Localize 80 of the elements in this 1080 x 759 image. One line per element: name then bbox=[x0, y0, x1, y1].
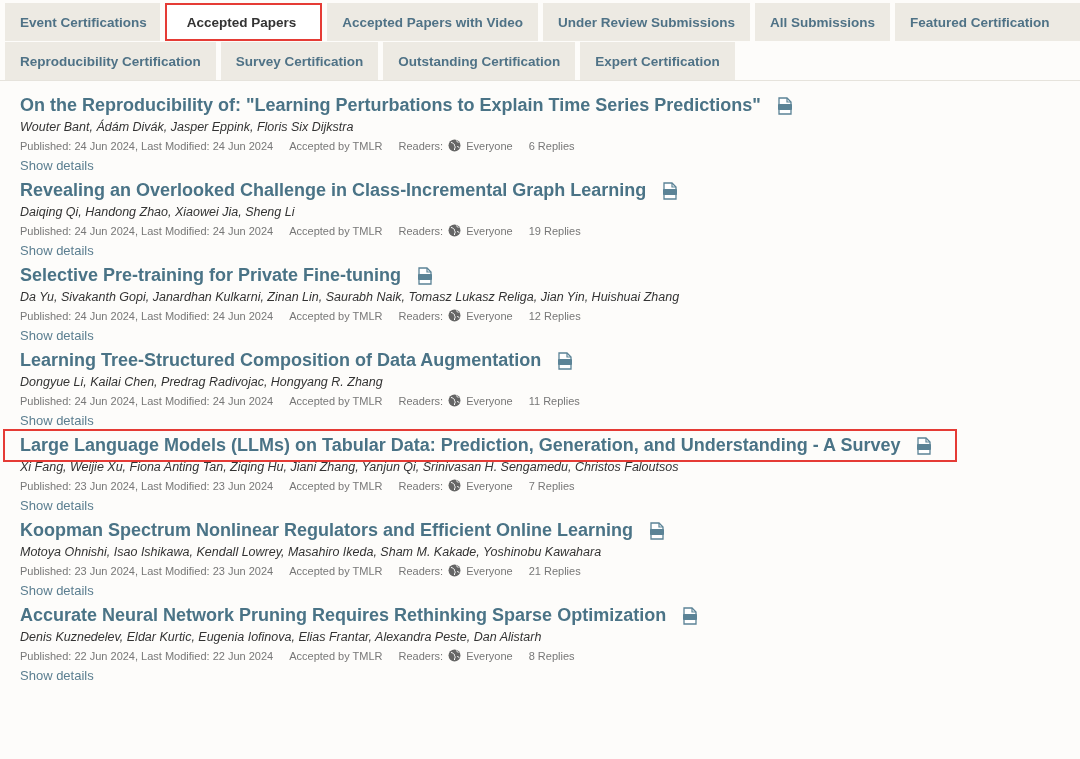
document-icon bbox=[557, 351, 574, 370]
tab[interactable]: Expert Certification bbox=[580, 42, 735, 80]
author-list: Da Yu, Sivakanth Gopi, Janardhan Kulkarni, Zinan Lin, Saurabh Naik, Tomasz Lukasz Religa, Jian Yin, Huishuai Zhang bbox=[20, 290, 1080, 304]
tab[interactable]: Accepted Papers bbox=[164, 3, 323, 41]
venue-label: Accepted by TMLR bbox=[289, 564, 383, 577]
document-icon bbox=[682, 606, 699, 625]
tab[interactable]: Outstanding Certification bbox=[383, 42, 576, 80]
readers-label: Readers: bbox=[398, 479, 444, 492]
paper-title-link[interactable]: Learning Tree-Structured Composition of Data Augmentation bbox=[20, 350, 542, 371]
venue-label: Accepted by TMLR bbox=[289, 224, 383, 237]
readers-value: Everyone bbox=[466, 139, 513, 152]
publication-dates: Published: 24 Jun 2024, Last Modified: 24 Jun 2024 bbox=[20, 394, 274, 407]
reply-count: 19 Replies bbox=[528, 224, 581, 237]
reply-count: 6 Replies bbox=[528, 139, 575, 152]
readers-value: Everyone bbox=[466, 649, 513, 662]
globe-icon bbox=[448, 564, 462, 577]
document-icon bbox=[417, 266, 434, 285]
paper-title-link[interactable]: Selective Pre-training for Private Fine-tuning bbox=[20, 265, 402, 286]
publication-dates: Published: 23 Jun 2024, Last Modified: 23 Jun 2024 bbox=[20, 479, 274, 492]
document-icon bbox=[662, 181, 679, 200]
readers-label: Readers: bbox=[398, 139, 444, 152]
globe-icon bbox=[448, 139, 462, 152]
globe-icon bbox=[448, 224, 462, 237]
author-list: Dongyue Li, Kailai Chen, Predrag Radivojac, Hongyang R. Zhang bbox=[20, 375, 1080, 389]
readers-label: Readers: bbox=[398, 224, 444, 237]
show-details-link[interactable]: Show details bbox=[20, 498, 94, 513]
publication-dates: Published: 23 Jun 2024, Last Modified: 23 Jun 2024 bbox=[20, 564, 274, 577]
show-details-link[interactable]: Show details bbox=[20, 413, 94, 428]
tab[interactable]: Event Certifications bbox=[5, 3, 160, 41]
show-details-link[interactable]: Show details bbox=[20, 243, 94, 258]
show-details-link[interactable]: Show details bbox=[20, 158, 94, 173]
reply-count: 11 Replies bbox=[528, 394, 580, 407]
reply-count: 7 Replies bbox=[528, 479, 575, 492]
publication-dates: Published: 24 Jun 2024, Last Modified: 24 Jun 2024 bbox=[20, 224, 274, 237]
paper-title-link[interactable]: On the Reproducibility of: "Learning Perturbations to Explain Time Series Predictions" bbox=[20, 95, 761, 116]
globe-icon bbox=[448, 649, 462, 662]
document-icon bbox=[776, 96, 793, 115]
readers-label: Readers: bbox=[398, 309, 444, 322]
reply-count: 21 Replies bbox=[528, 564, 581, 577]
paper-title-link[interactable]: Accurate Neural Network Pruning Requires Rethinking Sparse Optimization bbox=[20, 605, 667, 626]
venue-label: Accepted by TMLR bbox=[289, 394, 383, 407]
reply-count: 12 Replies bbox=[528, 309, 581, 322]
globe-icon bbox=[448, 479, 462, 492]
tab[interactable]: Featured Certification bbox=[895, 3, 1080, 41]
venue-label: Accepted by TMLR bbox=[289, 309, 383, 322]
paper-title-link[interactable]: Large Language Models (LLMs) on Tabular Data: Prediction, Generation, and Understanding - A Survey bbox=[20, 435, 901, 456]
tab[interactable]: Accepted Papers with Video bbox=[327, 3, 538, 41]
publication-dates: Published: 24 Jun 2024, Last Modified: 24 Jun 2024 bbox=[20, 309, 274, 322]
document-icon bbox=[916, 436, 933, 455]
readers-label: Readers: bbox=[398, 394, 444, 407]
globe-icon bbox=[448, 309, 462, 322]
globe-icon bbox=[448, 394, 462, 407]
venue-label: Accepted by TMLR bbox=[289, 139, 383, 152]
author-list: Daiqing Qi, Handong Zhao, Xiaowei Jia, Sheng Li bbox=[20, 205, 1080, 219]
author-list: Wouter Bant, Ádám Divák, Jasper Eppink, Floris Six Dijkstra bbox=[20, 120, 1080, 134]
venue-label: Accepted by TMLR bbox=[289, 649, 383, 662]
readers-value: Everyone bbox=[466, 309, 513, 322]
paper-title-link[interactable]: Koopman Spectrum Nonlinear Regulators and Efficient Online Learning bbox=[20, 520, 634, 541]
tab[interactable]: Reproducibility Certification bbox=[5, 42, 216, 80]
venue-label: Accepted by TMLR bbox=[289, 479, 383, 492]
author-list: Denis Kuznedelev, Eldar Kurtic, Eugenia Iofinova, Elias Frantar, Alexandra Peste, Dan Alistarh bbox=[20, 630, 1080, 644]
readers-label: Readers: bbox=[398, 649, 444, 662]
publication-dates: Published: 22 Jun 2024, Last Modified: 22 Jun 2024 bbox=[20, 649, 274, 662]
author-list: Xi Fang, Weijie Xu, Fiona Anting Tan, Ziqing Hu, Jiani Zhang, Yanjun Qi, Srinivasan H. Sengamedu, Christos Faloutsos bbox=[20, 460, 1080, 474]
paper-title-link[interactable]: Revealing an Overlooked Challenge in Class-Incremental Graph Learning bbox=[20, 180, 647, 201]
tab[interactable]: All Submissions bbox=[754, 3, 890, 41]
readers-value: Everyone bbox=[466, 394, 513, 407]
author-list: Motoya Ohnishi, Isao Ishikawa, Kendall Lowrey, Masahiro Ikeda, Sham M. Kakade, Yoshinobu Kawahara bbox=[20, 545, 1080, 559]
readers-value: Everyone bbox=[466, 479, 513, 492]
readers-value: Everyone bbox=[466, 224, 513, 237]
show-details-link[interactable]: Show details bbox=[20, 668, 94, 683]
show-details-link[interactable]: Show details bbox=[20, 583, 94, 598]
show-details-link[interactable]: Show details bbox=[20, 328, 94, 343]
readers-value: Everyone bbox=[466, 564, 513, 577]
reply-count: 8 Replies bbox=[528, 649, 575, 662]
tab[interactable]: Survey Certification bbox=[220, 42, 379, 80]
tab[interactable]: Under Review Submissions bbox=[542, 3, 750, 41]
document-icon bbox=[649, 521, 666, 540]
publication-dates: Published: 24 Jun 2024, Last Modified: 24 Jun 2024 bbox=[20, 139, 274, 152]
readers-label: Readers: bbox=[398, 564, 444, 577]
